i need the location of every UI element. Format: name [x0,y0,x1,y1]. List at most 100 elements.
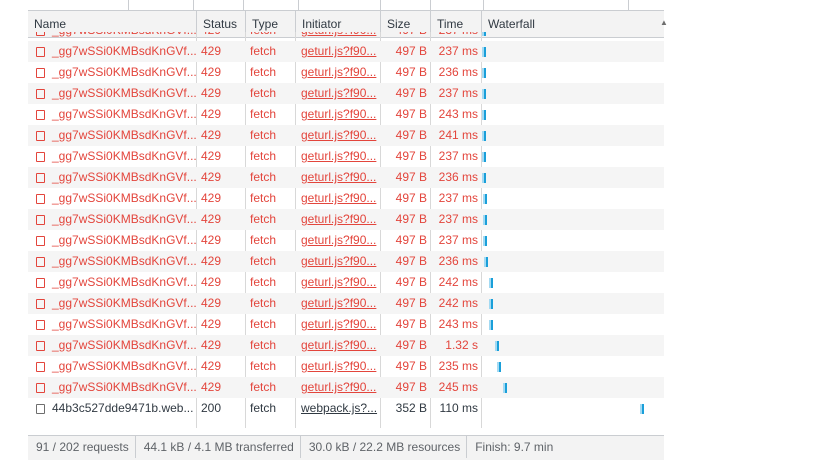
time-cell: 110 ms [439,401,478,415]
size-cell: 497 B [380,32,430,41]
status-cell: 429 [201,254,222,268]
waterfall-bar [482,152,487,162]
initiator-link[interactable]: geturl.js?f90... [295,335,380,356]
waterfall-bar [640,404,645,414]
time-cell: 237 ms [438,212,478,226]
table-row[interactable]: _gg7wSSi0KMBsdKnGVf... 429 fetch geturl.js?… [28,83,664,104]
waterfall-bar [481,89,486,99]
size-cell: 497 B [395,296,427,310]
checkbox-icon [36,341,45,351]
resources-size: 30.0 kB / 22.2 MB resources [301,436,468,458]
status-cell: 429 [201,107,222,121]
time-cell: 245 ms [438,380,478,394]
table-row[interactable]: _gg7wSSi0KMBsdKnGVf...429fetchgeturl.js?… [28,272,664,293]
initiator-link[interactable]: geturl.js?f90... [295,209,380,230]
size-cell: 497 B [395,65,427,79]
checkbox-icon [36,131,45,141]
initiator-link[interactable]: geturl.js?f90... [295,104,380,125]
request-name: _gg7wSSi0KMBsdKnGVf... [52,359,196,373]
time-cell: 237 ms [438,44,478,58]
waterfall-bar [482,173,487,183]
time-cell: 242 ms [438,296,478,310]
initiator-link[interactable]: geturl.js?f90... [295,356,380,377]
type-cell: fetch [250,317,277,331]
initiator-link[interactable]: geturl.js?f90... [295,167,380,188]
status-cell: 429 [201,86,222,100]
table-row[interactable]: 44b3c527dde9471b.web... 200 fetch webpack.j… [28,398,664,419]
initiator-link[interactable]: geturl.js?f90... [295,188,380,209]
initiator-link[interactable]: geturl.js?f90... [295,146,380,167]
table-row[interactable]: _gg7wSSi0KMBsdKnGVf...429fetchgeturl.js?… [28,209,664,230]
checkbox-icon [36,383,45,393]
initiator-link[interactable]: geturl.js?f90... [295,41,380,62]
time-cell: 237 ms [430,32,481,41]
status-cell: 429 [201,380,222,394]
name-cell: _gg7wSSi0KMBsdKnGVf... [28,293,196,314]
request-table: _gg7wSSi0KMBsdKnGVf... 429 fetch geturl.js?… [28,32,664,428]
table-row[interactable]: _gg7wSSi0KMBsdKnGVf...429fetchgeturl.js?… [28,146,664,167]
size-cell: 497 B [395,107,427,121]
initiator-link[interactable]: geturl.js?f90... [295,62,380,83]
waterfall-bar [482,236,487,246]
status-cell: 429 [201,275,222,289]
table-row[interactable]: _gg7wSSi0KMBsdKnGVf...429fetchgeturl.js?… [28,62,664,83]
request-name: _gg7wSSi0KMBsdKnGVf... [52,191,196,205]
table-row[interactable]: _gg7wSSi0KMBsdKnGVf...429fetchgeturl.js?… [28,230,664,251]
request-name: _gg7wSSi0KMBsdKnGVf... [52,86,196,100]
table-row[interactable]: _gg7wSSi0KMBsdKnGVf...429fetchgeturl.js?… [28,293,664,314]
size-cell: 497 B [395,338,427,352]
time-cell: 237 ms [438,149,478,163]
initiator-link[interactable]: geturl.js?f90... [295,230,380,251]
size-cell: 497 B [395,317,427,331]
filter-strip [28,0,664,11]
time-cell: 236 ms [438,65,478,79]
table-row[interactable]: _gg7wSSi0KMBsdKnGVf...429fetchgeturl.js?… [28,335,664,356]
type-cell: fetch [250,275,277,289]
initiator-link[interactable]: geturl.js?f90... [295,32,380,41]
initiator-link[interactable]: geturl.js?f90... [295,377,380,398]
waterfall-label: Waterfall [488,17,535,31]
size-cell: 497 B [395,170,427,184]
status-cell: 429 [201,128,222,142]
checkbox-icon [36,47,45,57]
time-cell: 237 ms [438,191,478,205]
table-row[interactable]: _gg7wSSi0KMBsdKnGVf...429fetchgeturl.js?… [28,167,664,188]
transferred-size: 44.1 kB / 4.1 MB transferred [136,436,301,458]
type-cell: fetch [250,107,277,121]
status-cell: 429 [201,44,222,58]
type-cell: fetch [250,86,277,100]
name-cell: _gg7wSSi0KMBsdKnGVf... [28,146,196,167]
checkbox-icon [36,89,45,99]
table-row[interactable]: _gg7wSSi0KMBsdKnGVf...429fetchgeturl.js?… [28,188,664,209]
time-cell: 242 ms [438,275,478,289]
status-cell: 429 [201,191,222,205]
request-name: _gg7wSSi0KMBsdKnGVf... [52,128,196,142]
name-cell: _gg7wSSi0KMBsdKnGVf... [28,104,196,125]
table-row[interactable]: _gg7wSSi0KMBsdKnGVf... 429 fetch geturl.js?… [28,104,664,125]
table-row[interactable]: _gg7wSSi0KMBsdKnGVf...429fetchgeturl.js?… [28,377,664,398]
table-row[interactable]: _gg7wSSi0KMBsdKnGVf...429fetchgeturl.js?… [28,32,664,41]
table-row[interactable]: _gg7wSSi0KMBsdKnGVf...429fetchgeturl.js?… [28,125,664,146]
initiator-link[interactable]: geturl.js?f90... [295,83,380,104]
request-name: _gg7wSSi0KMBsdKnGVf... [52,107,196,121]
table-row[interactable]: _gg7wSSi0KMBsdKnGVf...429fetchgeturl.js?… [28,251,664,272]
initiator-link[interactable]: webpack.js?... [295,398,380,419]
table-row[interactable]: _gg7wSSi0KMBsdKnGVf...429fetchgeturl.js?… [28,314,664,335]
checkbox-icon [36,194,45,204]
initiator-link[interactable]: geturl.js?f90... [295,251,380,272]
status-cell: 429 [196,32,245,41]
initiator-link[interactable]: geturl.js?f90... [295,125,380,146]
waterfall-bar [482,110,487,120]
request-name: _gg7wSSi0KMBsdKnGVf... [52,149,196,163]
table-row[interactable]: _gg7wSSi0KMBsdKnGVf...429fetchgeturl.js?… [28,356,664,377]
table-row[interactable]: _gg7wSSi0KMBsdKnGVf...429fetchgeturl.js?… [28,41,664,62]
type-cell: fetch [250,65,277,79]
time-cell: 243 ms [438,107,478,121]
type-cell: fetch [250,170,277,184]
initiator-link[interactable]: geturl.js?f90... [295,314,380,335]
initiator-link[interactable]: geturl.js?f90... [295,293,380,314]
time-cell: 236 ms [438,170,478,184]
waterfall-bar [482,131,487,141]
sort-arrow-icon[interactable]: ▲ [660,18,668,27]
initiator-link[interactable]: geturl.js?f90... [295,272,380,293]
